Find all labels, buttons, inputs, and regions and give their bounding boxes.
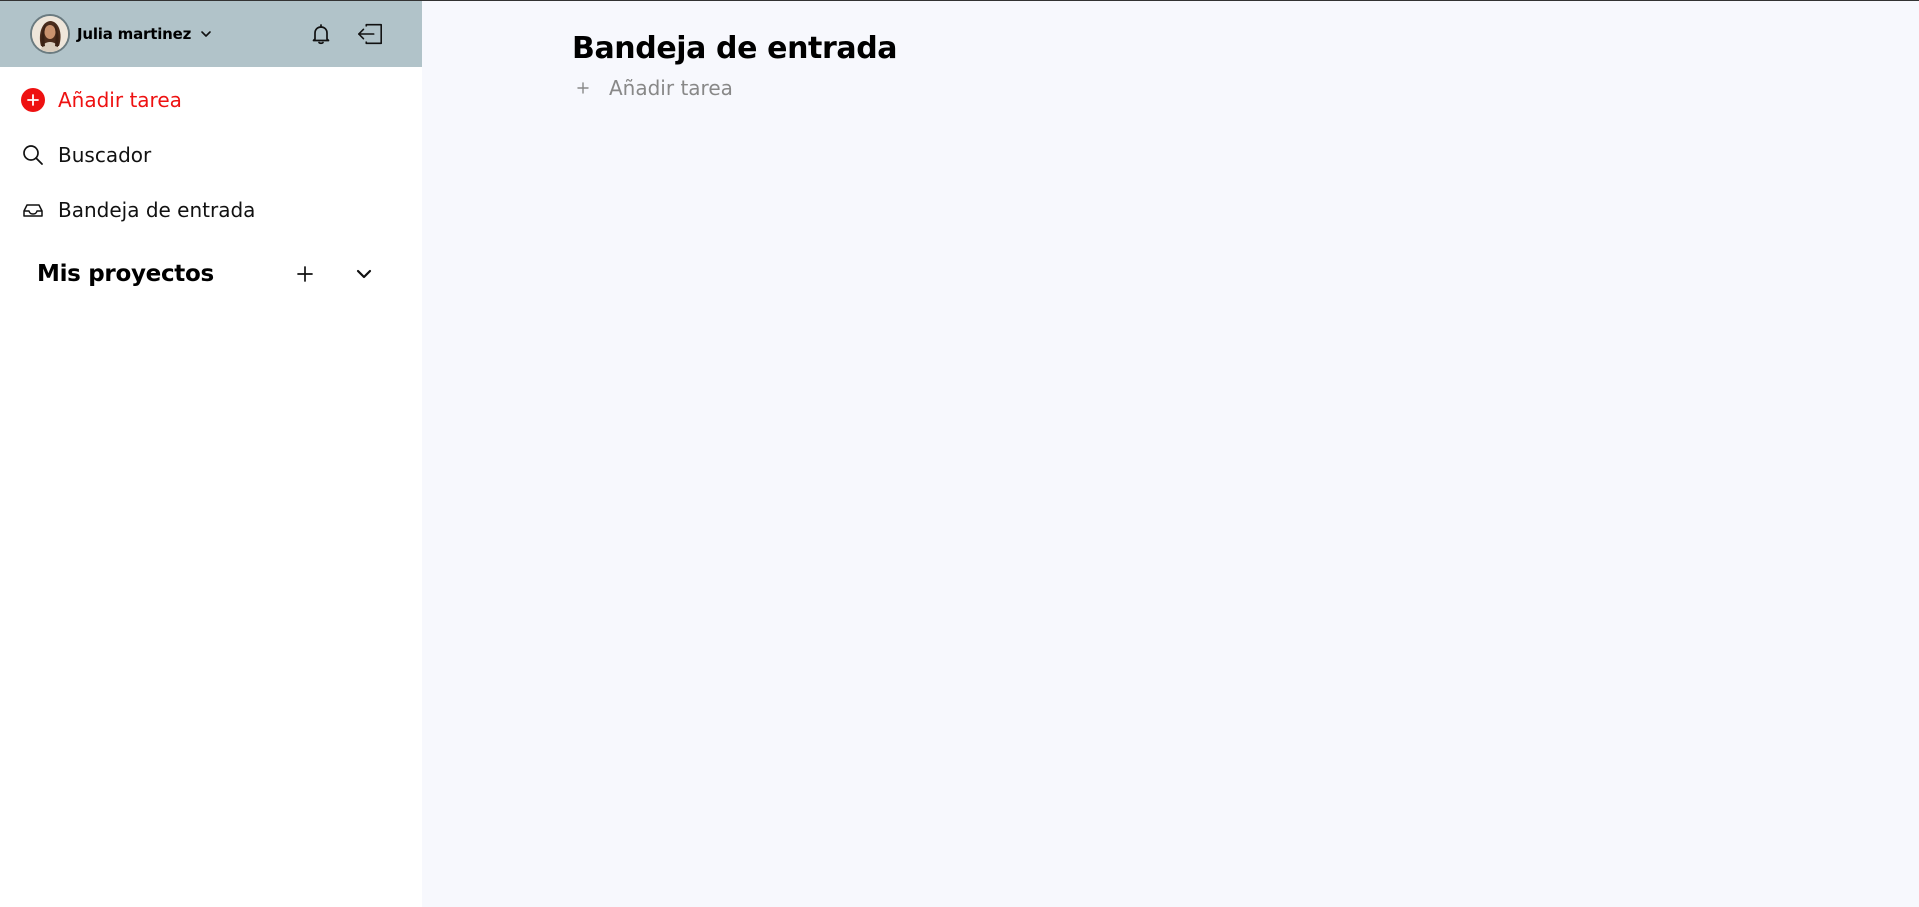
avatar <box>30 14 70 54</box>
user-name: Julia martinez <box>77 25 192 43</box>
sidebar-item-label: Bandeja de entrada <box>58 198 256 222</box>
sidebar-item-label: Buscador <box>58 143 152 167</box>
search-icon <box>20 142 46 168</box>
inbox-icon <box>20 197 46 223</box>
sidebar-item-add-task[interactable]: Añadir tarea <box>20 85 182 115</box>
main-content: Bandeja de entrada Añadir tarea <box>422 1 1919 907</box>
sidebar: Julia martinez Añadir tarea Buscador Ban… <box>0 1 422 907</box>
projects-section-header: Mis proyectos <box>37 256 377 292</box>
add-circle-icon <box>20 87 46 113</box>
chevron-down-icon <box>200 28 212 40</box>
avatar-image <box>32 16 68 52</box>
logout-icon[interactable] <box>356 20 384 48</box>
plus-icon[interactable] <box>292 261 318 287</box>
sidebar-item-label: Añadir tarea <box>58 88 182 112</box>
add-task-button[interactable]: Añadir tarea <box>572 73 733 103</box>
app-window: Julia martinez Añadir tarea Buscador Ban… <box>0 0 1919 907</box>
bell-icon[interactable] <box>307 20 335 48</box>
user-menu-button[interactable]: Julia martinez <box>30 14 212 54</box>
chevron-down-icon[interactable] <box>351 261 377 287</box>
plus-icon <box>572 77 594 99</box>
sidebar-item-search[interactable]: Buscador <box>20 140 151 170</box>
page-title: Bandeja de entrada <box>572 31 898 66</box>
sidebar-item-inbox[interactable]: Bandeja de entrada <box>20 195 255 225</box>
add-task-label: Añadir tarea <box>609 76 733 100</box>
sidebar-header: Julia martinez <box>0 1 422 67</box>
projects-title: Mis proyectos <box>37 261 214 287</box>
